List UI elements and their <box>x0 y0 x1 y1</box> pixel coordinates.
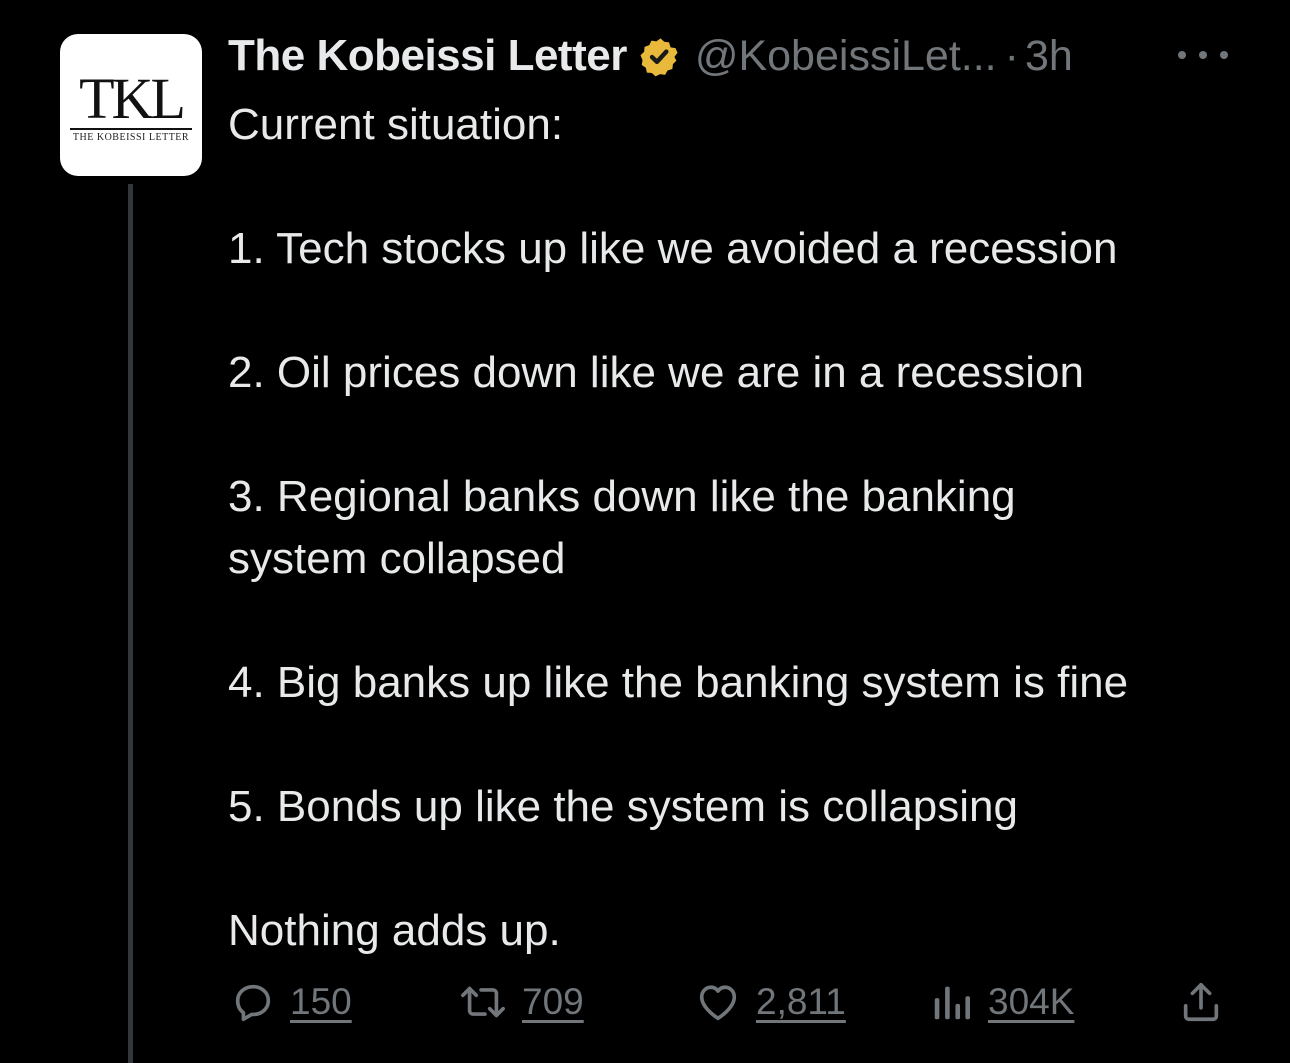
like-button[interactable]: 2,811 <box>694 972 846 1032</box>
tweet[interactable]: TKL THE KOBEISSI LETTER The Kobeissi Let… <box>0 0 1290 1063</box>
more-dot <box>1178 51 1186 59</box>
verified-badge-icon[interactable] <box>637 34 681 78</box>
heart-icon <box>694 979 742 1025</box>
author-display-name[interactable]: The Kobeissi Letter <box>228 31 627 81</box>
action-bar: 150 709 2,811 304K <box>226 972 1236 1032</box>
list-item: 4. Big banks up like the banking system … <box>228 658 1129 707</box>
list-item: 1. Tech stocks up like we avoided a rece… <box>228 224 1118 273</box>
views-count: 304K <box>988 981 1075 1022</box>
list-item: 5. Bonds up like the system is collapsin… <box>228 782 1018 831</box>
repost-icon <box>458 979 508 1025</box>
share-button[interactable] <box>1178 972 1224 1032</box>
reply-button[interactable]: 150 <box>230 972 352 1032</box>
more-horizontal-icon[interactable] <box>1178 40 1228 70</box>
repost-count: 709 <box>522 981 584 1022</box>
list-item: 2. Oil prices down like we are in a rece… <box>228 348 1084 397</box>
avatar-subtitle: THE KOBEISSI LETTER <box>72 132 190 143</box>
more-dot <box>1220 51 1228 59</box>
thread-line <box>128 184 133 1063</box>
avatar-rule <box>70 128 192 130</box>
tweet-intro: Current situation: <box>228 100 564 149</box>
views-button[interactable]: 304K <box>930 972 1074 1032</box>
like-count: 2,811 <box>756 981 846 1022</box>
reply-count: 150 <box>290 981 352 1022</box>
avatar-monogram: TKL <box>79 66 186 131</box>
avatar[interactable]: TKL THE KOBEISSI LETTER <box>60 34 202 176</box>
reply-icon <box>230 979 276 1025</box>
author-handle[interactable]: @KobeissiLet... <box>695 32 997 81</box>
list-item: 3. Regional banks down like the banking … <box>228 472 1016 583</box>
tweet-text: Current situation: 1. Tech stocks up lik… <box>228 94 1248 962</box>
tweet-closing: Nothing adds up. <box>228 906 561 955</box>
tweet-timestamp[interactable]: 3h <box>1025 32 1073 81</box>
views-icon <box>930 979 974 1025</box>
more-dot <box>1199 51 1207 59</box>
repost-button[interactable]: 709 <box>458 972 584 1032</box>
tweet-header: The Kobeissi Letter @KobeissiLet... · 3h <box>228 28 1073 84</box>
share-icon <box>1178 979 1224 1025</box>
separator-dot: · <box>1004 31 1019 80</box>
